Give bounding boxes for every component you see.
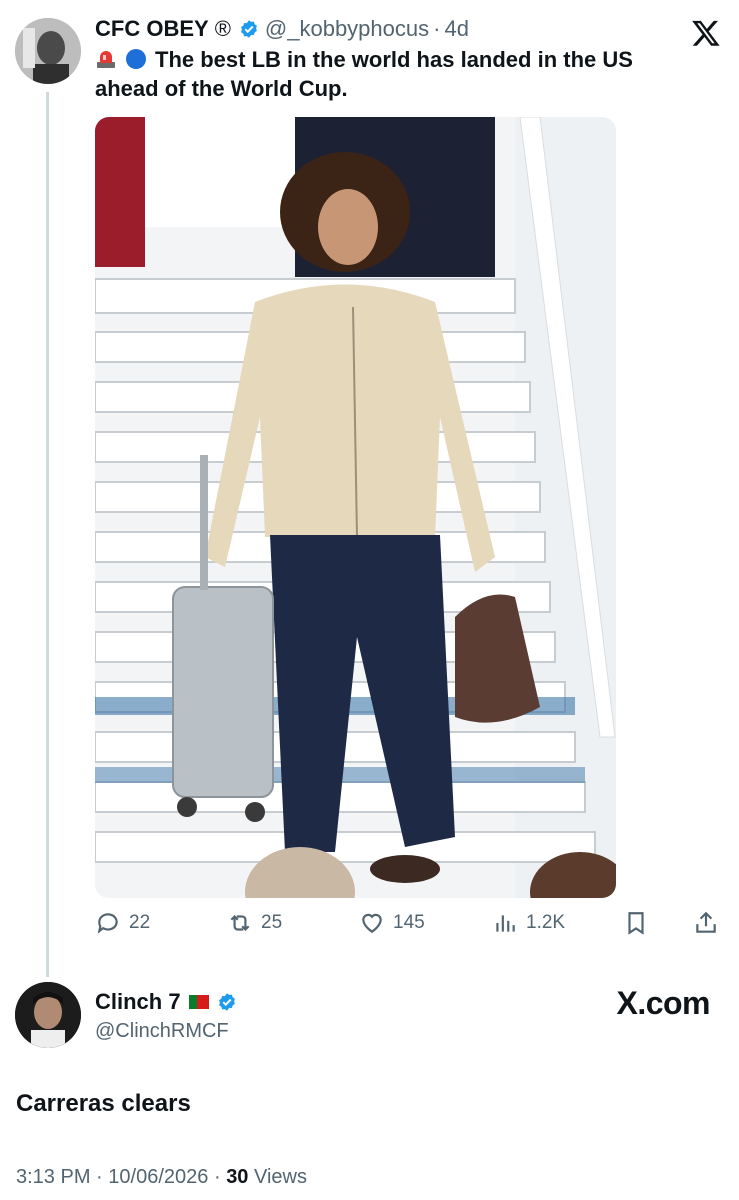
views-count: 1.2K [526,912,566,933]
post-date[interactable]: 10/06/2026 [108,1166,208,1188]
reply-text: Carreras clears [16,1090,191,1117]
x-logo-icon [692,20,720,46]
like-count: 145 [393,912,425,933]
views-number: 30 [226,1166,249,1188]
separator-dot: · [213,1166,221,1188]
analytics-icon [496,915,515,932]
reply-count: 22 [129,912,151,933]
views-action[interactable]: 1.2K [492,910,565,936]
author-handle[interactable]: @_kobbyphocus [265,16,429,42]
action-bar: 22 25 145 1.2K [95,910,725,944]
reply-author-avatar[interactable] [15,982,81,1048]
blue-circle-emoji-icon [126,49,146,69]
post-photo[interactable] [95,117,616,898]
post-age[interactable]: 4d [444,16,468,42]
heart-icon [362,913,382,933]
siren-emoji-icon [97,51,115,68]
avatar-image-icon [15,18,81,84]
repost-count: 25 [261,912,283,933]
author-avatar[interactable] [15,18,81,84]
portugal-flag-icon [188,995,209,1009]
reply-author-name[interactable]: Clinch 7 [95,989,181,1015]
repost-icon [230,914,250,932]
comment-icon [97,913,118,934]
post-header: CFC OBEY ® @_kobbyphocus · 4d [95,16,469,42]
separator-dot: · [433,16,441,41]
separator-dot: · [96,1166,103,1188]
photo-image [95,117,616,898]
bookmark-icon [628,912,644,935]
views-label: Views [254,1166,307,1188]
reply-author-row: Clinch 7 [95,989,237,1015]
post-text: The best LB in the world has landed in t… [95,45,695,103]
share-icon [696,911,716,933]
verified-badge-icon [240,20,257,38]
avatar-image-icon [15,982,81,1048]
post-text-content: The best LB in the world has landed in t… [95,47,633,101]
bookmark-action[interactable] [623,910,657,936]
reply-action[interactable]: 22 [95,910,150,936]
like-action[interactable]: 145 [359,910,425,936]
post-time[interactable]: 3:13 PM [16,1166,90,1188]
repost-action[interactable]: 25 [227,910,282,936]
registered-mark: ® [214,16,231,41]
share-action[interactable] [693,910,727,936]
xcom-watermark: X.com [616,985,710,1021]
verified-badge-icon [218,993,235,1011]
author-name[interactable]: CFC OBEY [95,16,209,42]
thread-line [46,92,49,977]
reply-author-handle[interactable]: @ClinchRMCF [95,1020,229,1043]
post-meta-footer: 3:13 PM · 10/06/2026 · 30 Views [16,1166,307,1189]
